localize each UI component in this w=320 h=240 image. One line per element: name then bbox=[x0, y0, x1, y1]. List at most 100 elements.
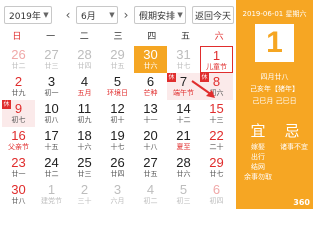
calendar-day-cell[interactable]: 16 父亲节 bbox=[2, 127, 35, 154]
year-select[interactable]: 2019年 ▼ bbox=[4, 6, 52, 24]
day-number: 6 bbox=[146, 74, 155, 89]
lunar-label: 十八 bbox=[143, 143, 158, 151]
day-number: 26 bbox=[110, 155, 125, 170]
calendar-day-cell[interactable]: 17 十五 bbox=[35, 127, 68, 154]
next-month-button[interactable]: › bbox=[120, 6, 132, 24]
lunar-label: 父亲节 bbox=[8, 143, 29, 151]
calendar-day-cell[interactable]: 29 廿七 bbox=[200, 154, 233, 181]
weekday-label: 四 bbox=[147, 32, 157, 42]
calendar-day-cell[interactable]: 19 十七 bbox=[101, 127, 134, 154]
calendar-day-cell[interactable]: 22 二十 bbox=[200, 127, 233, 154]
day-number: 5 bbox=[113, 74, 122, 89]
day-number: 27 bbox=[143, 155, 158, 170]
yi-list: 嫁娶 出行 结网 余事勿取 bbox=[240, 142, 276, 182]
yi-item: 出行 bbox=[251, 153, 265, 161]
calendar-day-cell[interactable]: 28 廿六 bbox=[167, 154, 200, 181]
calendar-day-cell[interactable]: 27 廿五 bbox=[134, 154, 167, 181]
calendar-day-cell[interactable]: 18 十六 bbox=[68, 127, 101, 154]
calendar-day-cell[interactable]: 6 芒种 bbox=[134, 73, 167, 100]
calendar-day-cell[interactable]: 10 初八 bbox=[35, 100, 68, 127]
lunar-label: 环境日 bbox=[107, 89, 128, 97]
day-number: 3 bbox=[113, 182, 122, 197]
calendar-day-cell[interactable]: 15 十三 bbox=[200, 100, 233, 127]
lunar-label: 廿三 bbox=[44, 62, 59, 70]
yi-item: 嫁娶 bbox=[251, 143, 265, 151]
lunar-label: 初十 bbox=[110, 116, 125, 124]
weekday-label: 六 bbox=[214, 32, 224, 42]
lunar-label: 五月 bbox=[77, 89, 92, 97]
lunar-label: 廿七 bbox=[209, 170, 224, 178]
holiday-badge: 休 bbox=[2, 100, 11, 109]
calendar-day-cell[interactable]: 14 十二 bbox=[167, 100, 200, 127]
calendar-day-cell[interactable]: 29 廿五 bbox=[101, 46, 134, 73]
day-number: 19 bbox=[110, 128, 125, 143]
lunar-label: 廿二 bbox=[44, 170, 59, 178]
back-to-today-button[interactable]: 返回今天 bbox=[192, 6, 234, 24]
calendar-day-cell[interactable]: 23 廿一 bbox=[2, 154, 35, 181]
yi-item: 结网 bbox=[251, 163, 265, 171]
day-number: 26 bbox=[11, 47, 26, 62]
day-number: 21 bbox=[176, 128, 191, 143]
day-detail-panel: 2019-06-01 星期六 1 四月廿八 己亥年【猪年】 己巳月 己巳日 宜 … bbox=[236, 0, 313, 209]
calendar-day-cell[interactable]: 30 廿八 bbox=[2, 181, 35, 208]
lunar-label: 十六 bbox=[77, 143, 92, 151]
calendar-day-cell[interactable]: 31 廿七 bbox=[167, 46, 200, 73]
chevron-down-icon: ▼ bbox=[43, 11, 49, 19]
calendar-day-cell[interactable]: 3 六月 bbox=[101, 181, 134, 208]
day-number: 16 bbox=[11, 128, 26, 143]
day-number: 24 bbox=[44, 155, 59, 170]
day-number: 29 bbox=[209, 155, 224, 170]
day-number: 13 bbox=[143, 101, 158, 116]
lunar-label: 十三 bbox=[209, 116, 224, 124]
weekday-label: 日 bbox=[12, 32, 22, 42]
lunar-label: 廿四 bbox=[110, 170, 125, 178]
day-number: 22 bbox=[209, 128, 224, 143]
calendar-day-cell[interactable]: 1 儿童节 bbox=[200, 46, 233, 73]
day-number: 17 bbox=[44, 128, 59, 143]
day-number: 27 bbox=[44, 47, 59, 62]
calendar-day-cell[interactable]: 6 初四 bbox=[200, 181, 233, 208]
calendar-day-cell[interactable]: 25 廿三 bbox=[68, 154, 101, 181]
calendar-day-cell[interactable]: 26 廿二 bbox=[2, 46, 35, 73]
calendar-day-cell[interactable]: 4 五月 bbox=[68, 73, 101, 100]
calendar-day-cell[interactable]: 11 初九 bbox=[68, 100, 101, 127]
calendar-day-cell[interactable]: 24 廿二 bbox=[35, 154, 68, 181]
day-number: 14 bbox=[176, 101, 191, 116]
calendar-day-cell[interactable]: 4 初二 bbox=[134, 181, 167, 208]
weekday-header: 日一二三四五六 bbox=[0, 29, 236, 45]
weekday-label: 五 bbox=[180, 32, 190, 42]
day-number: 10 bbox=[44, 101, 59, 116]
calendar-day-cell[interactable]: 2 三十 bbox=[68, 181, 101, 208]
calendar-day-cell[interactable]: 20 十八 bbox=[134, 127, 167, 154]
calendar-day-cell[interactable]: 5 初三 bbox=[167, 181, 200, 208]
logo-360: 360 bbox=[293, 198, 310, 207]
day-number: 15 bbox=[209, 101, 224, 116]
holiday-select[interactable]: 假期安排 ▼ bbox=[134, 6, 186, 24]
chevron-down-icon: ▼ bbox=[177, 11, 183, 19]
pointer-arrow-icon bbox=[191, 80, 215, 98]
lunar-label: 初二 bbox=[143, 197, 158, 205]
calendar-day-cell[interactable]: 28 廿四 bbox=[68, 46, 101, 73]
day-number: 1 bbox=[47, 182, 56, 197]
calendar-day-cell[interactable]: 12 初十 bbox=[101, 100, 134, 127]
calendar-day-cell[interactable]: 3 初一 bbox=[35, 73, 68, 100]
prev-month-button[interactable]: ‹ bbox=[62, 6, 74, 24]
ganzhi-year: 己亥年【猪年】 bbox=[250, 85, 299, 93]
calendar-day-cell[interactable]: 休 9 初七 bbox=[2, 100, 35, 127]
day-number: 30 bbox=[11, 182, 26, 197]
calendar-day-cell[interactable]: 13 十一 bbox=[134, 100, 167, 127]
selected-day-number: 1 bbox=[255, 24, 294, 62]
month-select[interactable]: 6月 ▼ bbox=[76, 6, 118, 24]
weekday-label: 三 bbox=[113, 32, 123, 42]
calendar-day-cell[interactable]: 5 环境日 bbox=[101, 73, 134, 100]
lunar-label: 廿八 bbox=[11, 197, 26, 205]
calendar-day-cell[interactable]: 21 夏至 bbox=[167, 127, 200, 154]
yi-label: 宜 bbox=[250, 122, 266, 140]
calendar-day-cell[interactable]: 26 廿四 bbox=[101, 154, 134, 181]
calendar-day-cell[interactable]: 27 廿三 bbox=[35, 46, 68, 73]
calendar-day-cell[interactable]: 30 廿六 bbox=[134, 46, 167, 73]
calendar-day-cell[interactable]: 1 建党节 bbox=[35, 181, 68, 208]
lunar-label: 廿五 bbox=[143, 170, 158, 178]
calendar-day-cell[interactable]: 2 廿九 bbox=[2, 73, 35, 100]
day-number: 3 bbox=[47, 74, 56, 89]
